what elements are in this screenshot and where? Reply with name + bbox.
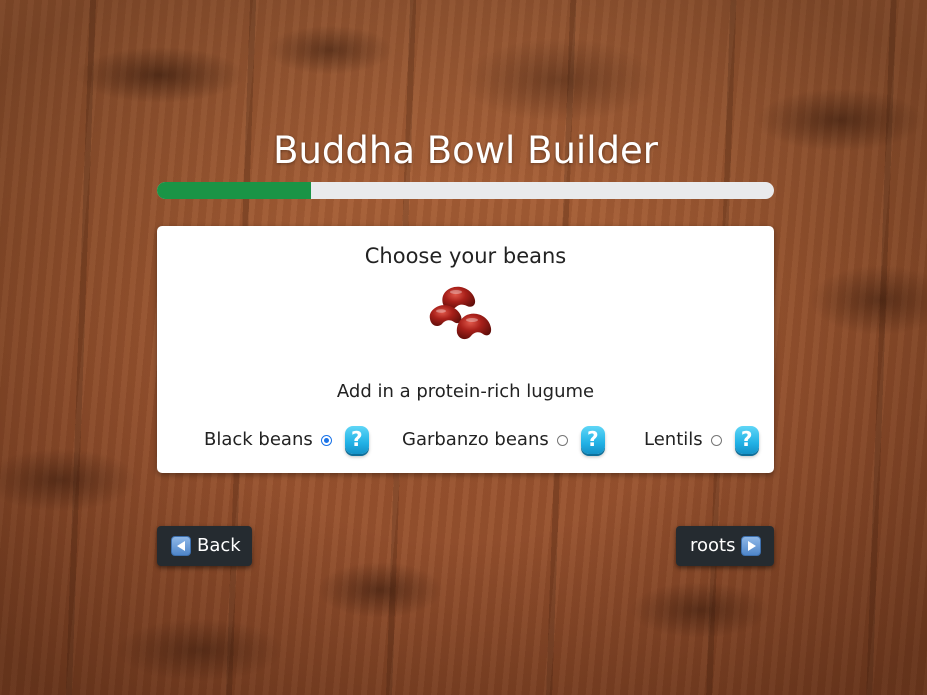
step-subtitle: Add in a protein-rich lugume: [336, 381, 595, 402]
option-label: Black beans: [204, 429, 313, 450]
question-mark-icon: ?: [344, 426, 369, 454]
radio-garbanzo-beans[interactable]: [556, 434, 568, 446]
option-lentils: Lentils ?: [644, 423, 759, 457]
question-mark-icon: ?: [734, 426, 759, 454]
bean-options: Black beans ? Garbanzo beans ? Lentils ?: [157, 423, 774, 457]
next-button[interactable]: roots: [676, 526, 774, 566]
step-heading: Choose your beans: [364, 244, 567, 268]
option-black-beans: Black beans ?: [204, 423, 369, 457]
question-mark-icon: ?: [580, 426, 605, 454]
help-button-lentils[interactable]: ?: [734, 426, 759, 454]
right-arrow-icon: [741, 536, 762, 556]
step-card: Choose your beans Add in a protein-rich …: [157, 226, 774, 473]
kidney-beans-icon: [429, 286, 492, 340]
radio-black-beans[interactable]: [320, 434, 332, 446]
page-title: Buddha Bowl Builder: [273, 129, 658, 172]
option-label: Garbanzo beans: [402, 429, 549, 450]
back-button[interactable]: Back: [157, 526, 252, 566]
help-button-black-beans[interactable]: ?: [344, 426, 369, 454]
progress-bar-fill: [157, 182, 312, 199]
next-button-label: roots: [690, 535, 736, 556]
help-button-garbanzo-beans[interactable]: ?: [580, 426, 605, 454]
radio-lentils[interactable]: [710, 434, 722, 446]
option-label: Lentils: [644, 429, 703, 450]
option-garbanzo-beans: Garbanzo beans ?: [402, 423, 605, 457]
back-button-label: Back: [197, 535, 241, 556]
progress-bar: [157, 182, 774, 199]
left-arrow-icon: [171, 536, 191, 556]
